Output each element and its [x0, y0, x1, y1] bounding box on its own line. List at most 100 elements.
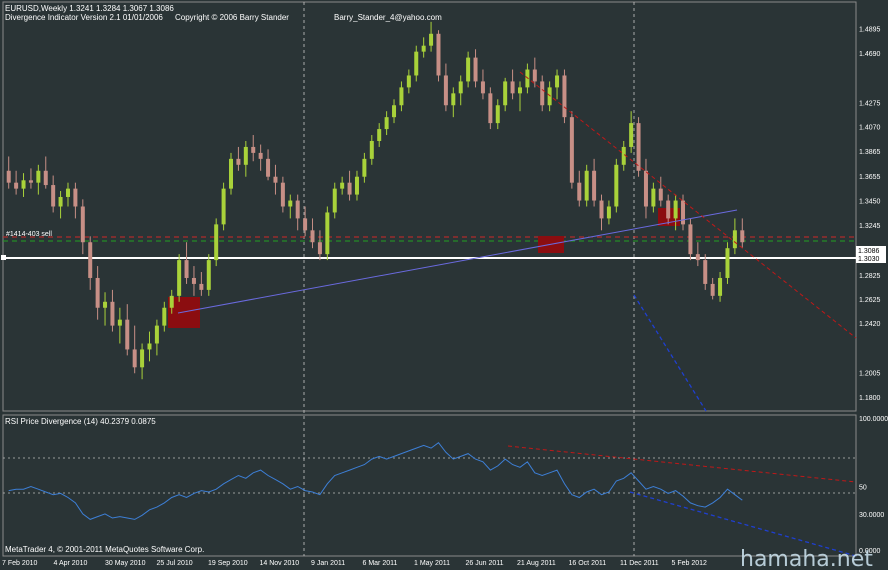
time-tick-label: 21 Aug 2011	[517, 560, 556, 567]
candle-body	[295, 200, 300, 219]
time-tick-label: 26 Jun 2011	[466, 560, 504, 567]
candle-body	[562, 75, 567, 118]
candle-body	[65, 188, 70, 197]
candle-body	[451, 93, 456, 106]
rsi-axis: 100.00005030.00000.0000	[859, 416, 888, 555]
candle-body	[125, 319, 130, 350]
candle-body	[532, 69, 537, 82]
candle-body	[51, 185, 56, 207]
candle-body	[473, 57, 478, 82]
candle-body	[14, 182, 19, 189]
candle-body	[6, 170, 11, 183]
candle-body	[666, 200, 671, 219]
candle-body	[503, 81, 508, 106]
candle-body	[362, 158, 367, 177]
price-tag-line: 1.3030	[858, 256, 880, 263]
candle-body	[303, 218, 308, 231]
candle-body	[288, 200, 293, 207]
symbol-line: EURUSD,Weekly 1.3241 1.3284 1.3067 1.308…	[5, 4, 174, 13]
candle-body	[540, 81, 545, 106]
candle-body	[740, 230, 745, 243]
candle-body	[377, 129, 382, 141]
price-tick-label: 1.4690	[859, 51, 881, 58]
candle-body	[354, 176, 359, 195]
candle-body	[236, 158, 241, 165]
candle-body	[488, 93, 493, 124]
price-tick-label: 1.3450	[859, 199, 881, 206]
time-tick-label: 1 May 2011	[414, 560, 450, 567]
candle-body	[184, 260, 189, 278]
level-label: #1414-403 sell	[6, 231, 52, 238]
candle-body	[599, 200, 604, 219]
rsi-tick-label: 30.0000	[859, 512, 884, 519]
time-tick-label: 9 Jan 2011	[311, 560, 345, 567]
candle-body	[243, 146, 248, 165]
candle-body	[703, 260, 708, 284]
candle-body	[384, 117, 389, 130]
candle-body	[369, 140, 374, 159]
email-text: Barry_Stander_4@yahoo.com	[334, 13, 442, 22]
candle-body	[651, 188, 656, 207]
candle-body	[191, 277, 196, 284]
candle-body	[643, 170, 648, 207]
candle-body	[458, 81, 463, 94]
candle-body	[21, 180, 26, 189]
candle-body	[406, 75, 411, 88]
candle-body	[340, 182, 345, 189]
candle-body	[317, 242, 322, 255]
rsi-title: RSI Price Divergence (14) 40.2379 0.0875	[5, 417, 156, 426]
candle-body	[199, 283, 204, 290]
candle-body	[555, 75, 560, 88]
candle-body	[169, 295, 174, 308]
candle-body	[732, 230, 737, 249]
candle-body	[399, 87, 404, 106]
main-panel	[2, 1, 857, 412]
time-axis: 7 Feb 2010 4 Apr 2010 30 May 2010 25 Jul 20…	[2, 560, 707, 567]
candle-body	[58, 196, 63, 207]
price-axis: 1.4895 1.4690 1.4275 1.4070 1.3865 1.3655 1.34…	[859, 26, 881, 402]
candle-body	[725, 248, 730, 278]
price-line-handle-left[interactable]	[1, 255, 6, 260]
candle-body	[132, 349, 137, 368]
candle-body	[480, 81, 485, 94]
candle-body	[43, 170, 48, 186]
candle-body	[621, 146, 626, 165]
price-tick-label: 1.1800	[859, 395, 881, 402]
candle-body	[636, 123, 641, 171]
time-tick-label: 19 Sep 2010	[208, 560, 248, 567]
indicator-line: Divergence Indicator Version 2.1 01/01/2…	[5, 13, 163, 22]
candle-body	[95, 277, 100, 308]
candle-body	[629, 123, 634, 147]
watermark: hamaha.net	[740, 547, 873, 570]
candle-body	[110, 301, 115, 326]
candle-body	[206, 260, 211, 290]
time-tick-label: 5 Feb 2012	[672, 560, 708, 567]
candle-body	[592, 170, 597, 201]
candle-body	[569, 117, 574, 183]
chart: EURUSD,Weekly 1.3241 1.3284 1.3067 1.308…	[1, 1, 888, 570]
price-tick-label: 1.2420	[859, 321, 881, 328]
candle-body	[280, 182, 285, 207]
candle-body	[466, 57, 471, 82]
price-tag-current: 1.3086	[858, 248, 880, 255]
candle-body	[103, 301, 108, 308]
candle-body	[681, 200, 686, 225]
time-tick-label: 4 Apr 2010	[54, 560, 88, 567]
candle-body	[695, 254, 700, 261]
candle-body	[154, 325, 159, 344]
candle-body	[177, 260, 182, 296]
price-tick-label: 1.4275	[859, 100, 881, 107]
time-tick-label: 11 Dec 2011	[620, 560, 659, 567]
rsi-panel	[2, 414, 857, 557]
candle-body	[510, 81, 515, 94]
candle-body	[673, 200, 678, 219]
candle-body	[517, 87, 522, 94]
candle-body	[718, 277, 723, 296]
rsi-tick-label: 50	[859, 485, 867, 492]
candle-body	[117, 319, 122, 326]
price-tick-label: 1.2625	[859, 297, 881, 304]
candle-body	[258, 152, 263, 159]
candle-body	[547, 87, 552, 106]
price-tick-label: 1.2825	[859, 273, 881, 280]
candle-body	[147, 343, 152, 350]
